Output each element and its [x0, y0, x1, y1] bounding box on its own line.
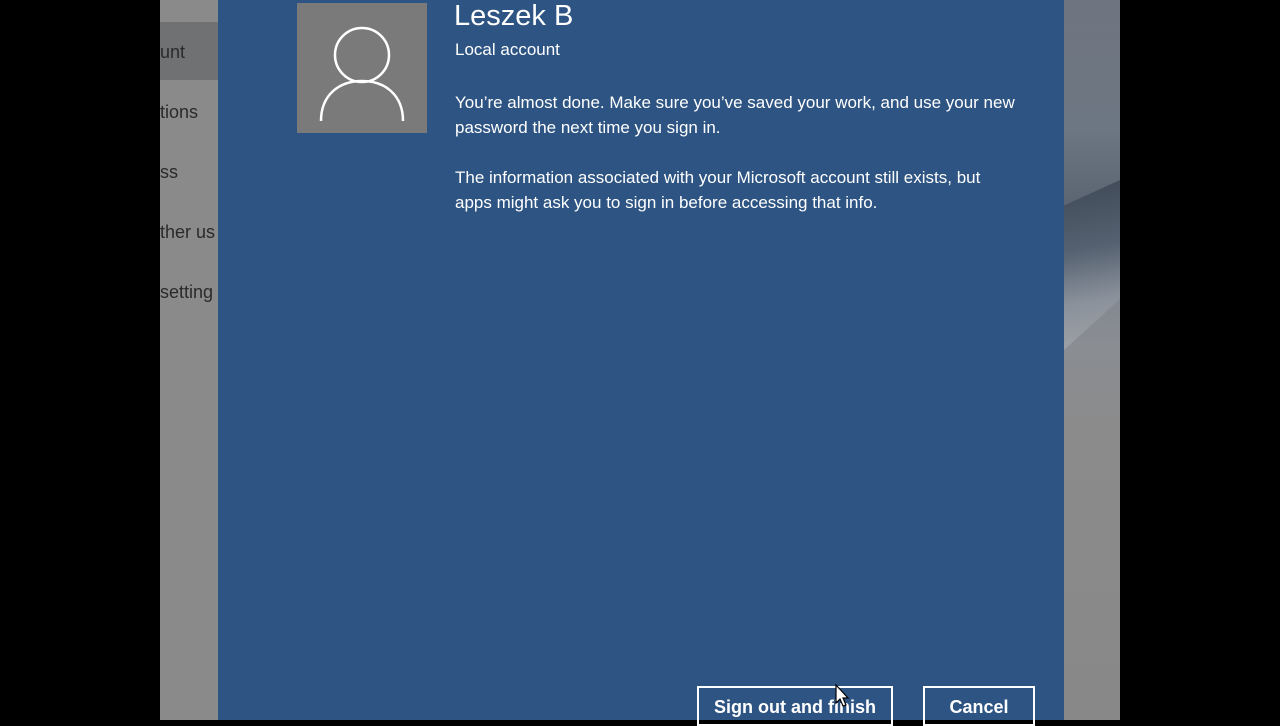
- microsoft-account-info-message: The information associated with your Mic…: [455, 168, 981, 212]
- settings-nav-item-account[interactable]: unt: [160, 42, 218, 63]
- settings-nav-item-access[interactable]: ss: [160, 162, 218, 183]
- almost-done-message: You’re almost done. Make sure you’ve sav…: [455, 93, 1015, 137]
- sign-out-and-finish-button[interactable]: Sign out and finish: [697, 686, 893, 726]
- user-silhouette-icon: [319, 26, 405, 122]
- settings-window-background: unt tions ss ther us setting: [160, 0, 218, 720]
- settings-nav-item-sign-in-options[interactable]: tions: [160, 102, 218, 123]
- mouse-pointer-icon: [835, 684, 850, 707]
- avatar: [297, 3, 427, 133]
- wallpaper-mountain: [1064, 180, 1120, 350]
- user-name: Leszek B: [454, 0, 574, 32]
- settings-nav-item-sync-settings[interactable]: setting: [160, 282, 218, 303]
- switch-to-local-account-dialog: Leszek B Local account You’re almost don…: [218, 0, 1064, 726]
- desktop-wallpaper: [1064, 0, 1120, 720]
- account-type-label: Local account: [455, 40, 560, 59]
- settings-nav-item-other-users[interactable]: ther us: [160, 222, 218, 243]
- cancel-button[interactable]: Cancel: [923, 686, 1035, 726]
